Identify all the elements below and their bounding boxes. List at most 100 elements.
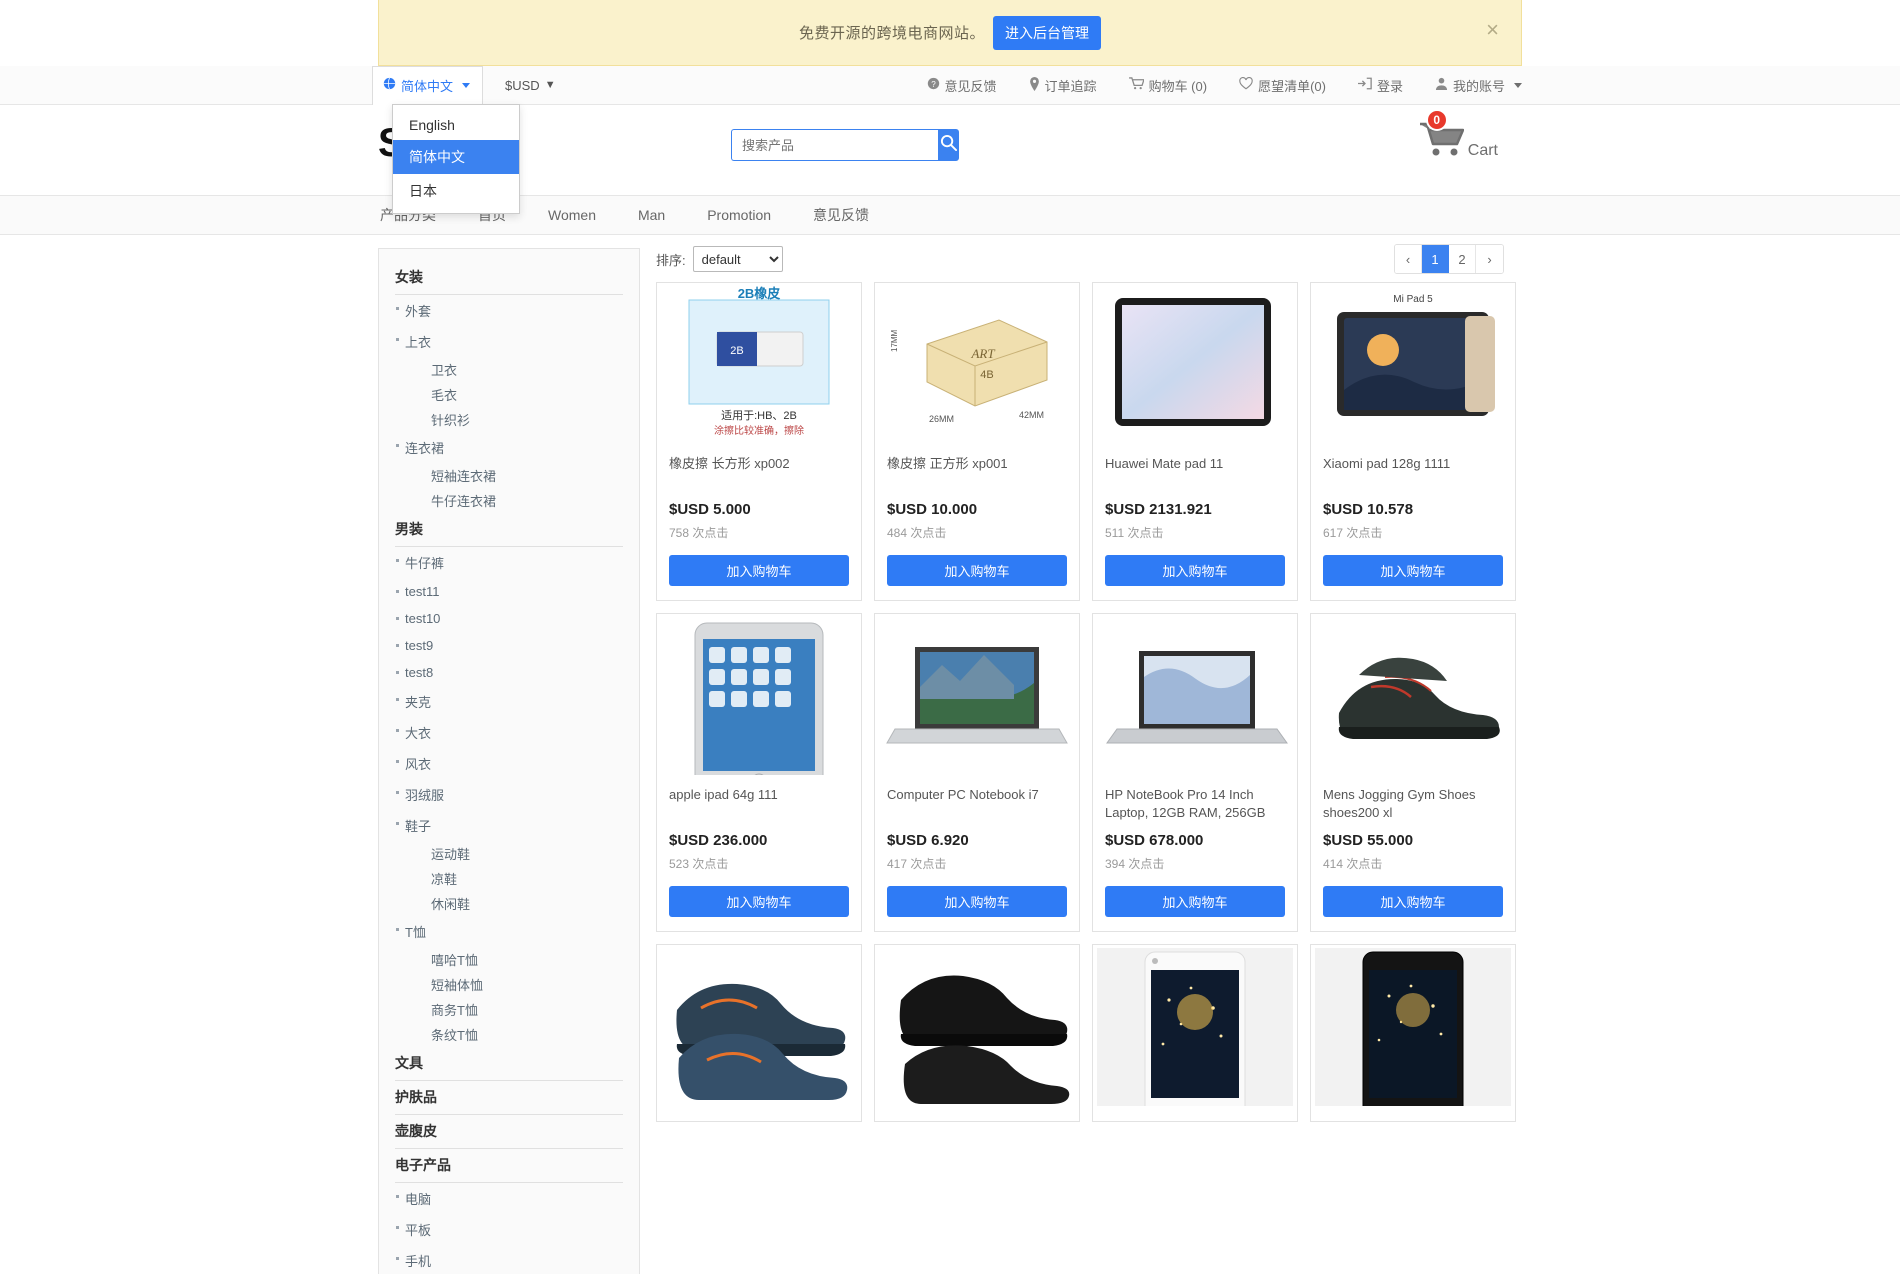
category-item[interactable]: 嘻哈T恤 bbox=[395, 947, 623, 972]
category-item[interactable]: T恤 bbox=[395, 916, 623, 947]
category-item[interactable]: 短袖连衣裙 bbox=[395, 463, 623, 488]
add-to-cart-button[interactable]: 加入购物车 bbox=[669, 886, 849, 917]
product-card[interactable]: Mens Jogging Gym Shoes shoes200 xl $USD 5… bbox=[1310, 613, 1516, 932]
category-item[interactable]: 毛衣 bbox=[395, 382, 623, 407]
product-image[interactable] bbox=[1313, 616, 1513, 776]
product-card[interactable] bbox=[1310, 944, 1516, 1122]
product-title[interactable]: Computer PC Notebook i7 bbox=[887, 786, 1067, 822]
product-card[interactable]: apple ipad 64g 111 $USD 236.000 523 次点击 加入购… bbox=[656, 613, 862, 932]
language-option-chinese[interactable]: 简体中文 bbox=[393, 140, 519, 174]
product-image[interactable] bbox=[1313, 947, 1513, 1107]
product-image[interactable] bbox=[659, 947, 859, 1107]
category-item[interactable]: 大衣 bbox=[395, 717, 623, 748]
product-image[interactable] bbox=[877, 616, 1077, 776]
category-group-title[interactable]: 电子产品 bbox=[395, 1149, 623, 1183]
product-card[interactable] bbox=[656, 944, 862, 1122]
search-input[interactable] bbox=[731, 129, 939, 161]
category-item[interactable]: 鞋子 bbox=[395, 810, 623, 841]
category-item[interactable]: 凉鞋 bbox=[395, 866, 623, 891]
category-item[interactable]: 电脑 bbox=[395, 1183, 623, 1214]
product-card[interactable]: ART 4B 17MM 26MM 42MM 橡皮擦 正方形 xp001 $USD … bbox=[874, 282, 1080, 601]
nav-item-feedback[interactable]: 意见反馈 bbox=[813, 205, 869, 225]
category-item[interactable]: 针织衫 bbox=[395, 407, 623, 432]
category-group-title[interactable]: 男装 bbox=[395, 513, 623, 547]
product-card[interactable]: HP NoteBook Pro 14 Inch Laptop, 12GB RAM… bbox=[1092, 613, 1298, 932]
product-image[interactable]: ART 4B 17MM 26MM 42MM bbox=[877, 285, 1077, 445]
product-image[interactable] bbox=[1095, 616, 1295, 776]
add-to-cart-button[interactable]: 加入购物车 bbox=[1105, 555, 1285, 586]
category-item[interactable]: 短袖体恤 bbox=[395, 972, 623, 997]
product-image[interactable]: Mi Pad 5 bbox=[1313, 285, 1513, 445]
category-group-title[interactable]: 文具 bbox=[395, 1047, 623, 1081]
product-image[interactable] bbox=[1095, 947, 1295, 1107]
nav-item-man[interactable]: Man bbox=[638, 207, 665, 223]
product-title[interactable]: Mens Jogging Gym Shoes shoes200 xl bbox=[1323, 786, 1503, 822]
product-image[interactable] bbox=[1095, 285, 1295, 445]
close-icon[interactable]: × bbox=[1480, 18, 1505, 42]
product-card[interactable]: Huawei Mate pad 11 $USD 2131.921 511 次点击 加入… bbox=[1092, 282, 1298, 601]
pagination-page-2[interactable]: 2 bbox=[1449, 245, 1476, 273]
product-card[interactable]: Computer PC Notebook i7 $USD 6.920 417 次点击… bbox=[874, 613, 1080, 932]
product-image[interactable] bbox=[877, 947, 1077, 1107]
language-option-japanese[interactable]: 日本 bbox=[393, 174, 519, 208]
nav-item-promotion[interactable]: Promotion bbox=[707, 207, 771, 223]
topbar-link-my-account[interactable]: 我的账号 bbox=[1435, 76, 1522, 95]
category-item[interactable]: 休闲鞋 bbox=[395, 891, 623, 916]
admin-panel-button[interactable]: 进入后台管理 bbox=[993, 15, 1101, 50]
add-to-cart-button[interactable]: 加入购物车 bbox=[1105, 886, 1285, 917]
category-item[interactable]: 平板 bbox=[395, 1214, 623, 1245]
add-to-cart-button[interactable]: 加入购物车 bbox=[669, 555, 849, 586]
category-item[interactable]: 卫衣 bbox=[395, 357, 623, 382]
topbar-link-order-tracking[interactable]: 订单追踪 bbox=[1029, 76, 1097, 95]
language-selector[interactable]: 简体中文 bbox=[372, 65, 484, 105]
product-title[interactable]: 橡皮擦 正方形 xp001 bbox=[887, 455, 1067, 491]
product-image[interactable] bbox=[659, 616, 859, 776]
product-image[interactable]: 2B 2B橡皮 适用于:HB、2B 涂擦比较准确，擦除 bbox=[659, 285, 859, 445]
add-to-cart-button[interactable]: 加入购物车 bbox=[887, 555, 1067, 586]
category-item[interactable]: 条纹T恤 bbox=[395, 1022, 623, 1047]
category-item[interactable]: test11 bbox=[395, 578, 623, 605]
product-title[interactable]: Huawei Mate pad 11 bbox=[1105, 455, 1285, 491]
topbar-link-login[interactable]: 登录 bbox=[1357, 76, 1403, 95]
product-card[interactable] bbox=[874, 944, 1080, 1122]
category-group-title[interactable]: 护肤品 bbox=[395, 1081, 623, 1115]
topbar-link-wishlist[interactable]: 愿望清单(0) bbox=[1239, 76, 1326, 95]
header-cart[interactable]: 0 Cart bbox=[1418, 109, 1498, 164]
product-title[interactable]: apple ipad 64g 111 bbox=[669, 786, 849, 822]
pagination-next[interactable]: › bbox=[1476, 245, 1503, 273]
category-group-title[interactable]: 壶腹皮 bbox=[395, 1115, 623, 1149]
category-item[interactable]: 夹克 bbox=[395, 686, 623, 717]
pagination-prev[interactable]: ‹ bbox=[1395, 245, 1422, 273]
add-to-cart-button[interactable]: 加入购物车 bbox=[887, 886, 1067, 917]
nav-item-women[interactable]: Women bbox=[548, 207, 596, 223]
category-item[interactable]: 羽绒服 bbox=[395, 779, 623, 810]
category-item[interactable]: 连衣裙 bbox=[395, 432, 623, 463]
language-option-english[interactable]: English bbox=[393, 110, 519, 140]
category-item[interactable]: test8 bbox=[395, 659, 623, 686]
product-card[interactable]: Mi Pad 5 Xiaomi pad 128g 1111 $USD 10.578… bbox=[1310, 282, 1516, 601]
search-button[interactable] bbox=[938, 129, 959, 161]
topbar-link-cart[interactable]: 购物车 (0) bbox=[1128, 76, 1207, 95]
category-item[interactable]: 外套 bbox=[395, 295, 623, 326]
category-item[interactable]: 牛仔连衣裙 bbox=[395, 488, 623, 513]
category-item[interactable]: 风衣 bbox=[395, 748, 623, 779]
pagination-page-1[interactable]: 1 bbox=[1422, 245, 1449, 273]
currency-selector[interactable]: $USD ▼ bbox=[505, 78, 556, 93]
category-item[interactable]: 上衣 bbox=[395, 326, 623, 357]
category-item[interactable]: 商务T恤 bbox=[395, 997, 623, 1022]
product-card[interactable] bbox=[1092, 944, 1298, 1122]
product-title[interactable]: Xiaomi pad 128g 1111 bbox=[1323, 455, 1503, 491]
product-card[interactable]: 2B 2B橡皮 适用于:HB、2B 涂擦比较准确，擦除 橡皮擦 长方形 xp00… bbox=[656, 282, 862, 601]
topbar-link-feedback[interactable]: ? 意见反馈 bbox=[927, 76, 997, 95]
category-item[interactable]: 牛仔裤 bbox=[395, 547, 623, 578]
sort-select[interactable]: default bbox=[692, 246, 783, 272]
category-item[interactable]: 手机 bbox=[395, 1245, 623, 1274]
category-group-title[interactable]: 女装 bbox=[395, 261, 623, 295]
category-item[interactable]: 运动鞋 bbox=[395, 841, 623, 866]
add-to-cart-button[interactable]: 加入购物车 bbox=[1323, 555, 1503, 586]
add-to-cart-button[interactable]: 加入购物车 bbox=[1323, 886, 1503, 917]
category-item[interactable]: test10 bbox=[395, 605, 623, 632]
category-item[interactable]: test9 bbox=[395, 632, 623, 659]
product-title[interactable]: 橡皮擦 长方形 xp002 bbox=[669, 455, 849, 491]
product-title[interactable]: HP NoteBook Pro 14 Inch Laptop, 12GB RAM… bbox=[1105, 786, 1285, 822]
